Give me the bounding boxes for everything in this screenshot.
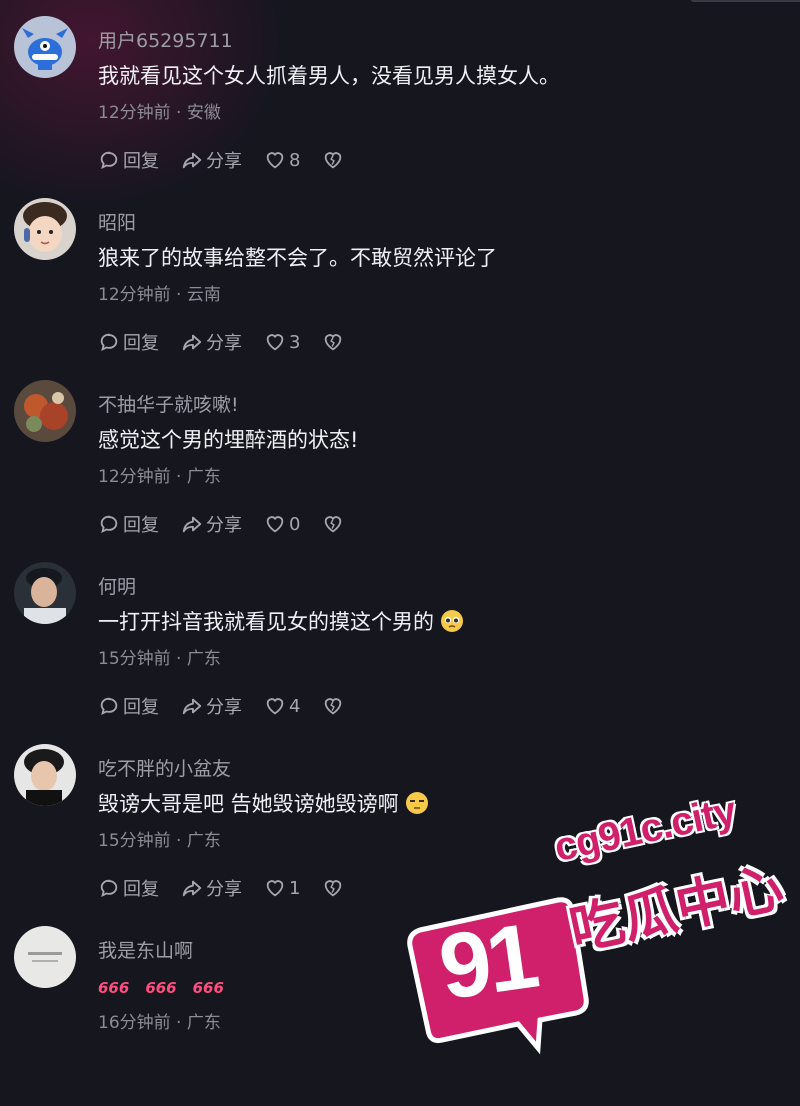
speech-bubble-icon [100,151,118,170]
reply-button[interactable]: 回复 [98,147,159,173]
comment-actions: 回复 分享 3 [98,328,369,356]
scroll-edge [690,0,800,2]
like-count: 3 [289,331,301,353]
share-button[interactable]: 分享 [181,329,242,355]
tag-666: 666 [98,979,130,997]
like-count: 0 [289,513,301,535]
comment-item: 不抽华子就咳嗽! 感觉这个男的埋醉酒的状态! 12分钟前 · 广东 回复 分享 … [0,378,800,560]
watermark-number: 91 [433,904,541,1020]
speech-bubble-icon [100,333,118,352]
comment-meta: 15分钟前 · 广东 [98,831,221,851]
heart-icon [266,334,284,351]
like-button[interactable]: 0 [264,513,300,535]
comment-username[interactable]: 吃不胖的小盆友 [98,754,231,781]
like-button[interactable]: 8 [264,149,300,171]
comment-item: 何明 一打开抖音我就看见女的摸这个男的 15分钟前 · 广东 回复 分享 4 [0,560,800,742]
reply-button[interactable]: 回复 [98,511,159,537]
comment-item: 用户65295711 我就看见这个女人抓着男人，没看见男人摸女人。 12分钟前 … [0,14,800,196]
like-count: 8 [289,149,301,171]
unamused-face-emoji [405,792,428,814]
like-button[interactable]: 1 [264,877,300,899]
comment-text: 一打开抖音我就看见女的摸这个男的 [98,606,464,636]
comment-meta: 12分钟前 · 安徽 [98,103,221,123]
share-arrow-icon [182,880,202,897]
like-button[interactable]: 4 [264,695,300,717]
avatar[interactable] [14,380,76,442]
comment-emoji-tags: 666 666 666 [98,974,240,998]
comment-text: 我就看见这个女人抓着男人，没看见男人摸女人。 [98,64,560,88]
comment-username[interactable]: 用户65295711 [98,26,233,53]
dislike-button[interactable] [322,695,347,717]
heart-icon [266,516,284,533]
comment-actions: 回复 分享 8 [98,146,369,174]
share-button[interactable]: 分享 [181,147,242,173]
tag-666: 666 [192,979,224,997]
comment-actions: 回复 分享 4 [98,692,369,720]
dislike-button[interactable] [322,877,347,899]
comment-username[interactable]: 昭阳 [98,208,136,235]
share-button[interactable]: 分享 [181,875,242,901]
comment-actions: 回复 分享 0 [98,510,369,538]
reply-button[interactable]: 回复 [98,329,159,355]
comment-username[interactable]: 不抽华子就咳嗽! [98,390,239,417]
broken-heart-icon [325,880,342,897]
comment-text: 感觉这个男的埋醉酒的状态! [98,428,359,452]
comment-username[interactable]: 我是东山啊 [98,936,193,963]
share-button[interactable]: 分享 [181,511,242,537]
comment-text: 狼来了的故事给整不会了。不敢贸然评论了 [98,246,497,270]
comment-text: 毁谤大哥是吧 告她毁谤她毁谤啊 [98,788,429,818]
comment-actions: 回复 分享 1 [98,874,369,902]
avatar[interactable] [14,562,76,624]
speech-bubble-icon [100,515,118,534]
avatar[interactable] [14,744,76,806]
like-count: 4 [289,695,301,717]
comment-meta: 16分钟前 · 广东 [98,1013,221,1033]
broken-heart-icon [325,334,342,351]
reply-button[interactable]: 回复 [98,693,159,719]
speech-bubble-icon [100,879,118,898]
broken-heart-icon [325,516,342,533]
avatar[interactable] [14,926,76,988]
heart-icon [266,698,284,715]
reply-button[interactable]: 回复 [98,875,159,901]
pleading-face-emoji [441,610,463,632]
share-arrow-icon [182,698,202,715]
share-arrow-icon [182,334,202,351]
heart-icon [266,880,284,897]
avatar[interactable] [14,16,76,78]
share-arrow-icon [182,516,202,533]
like-button[interactable]: 3 [264,331,300,353]
tag-666: 666 [145,979,177,997]
like-count: 1 [289,877,301,899]
broken-heart-icon [325,152,342,169]
dislike-button[interactable] [322,149,347,171]
share-button[interactable]: 分享 [181,693,242,719]
dislike-button[interactable] [322,513,347,535]
dislike-button[interactable] [322,331,347,353]
avatar[interactable] [14,198,76,260]
comment-meta: 15分钟前 · 广东 [98,649,221,669]
comment-meta: 12分钟前 · 广东 [98,467,221,487]
speech-bubble-icon [100,697,118,716]
comment-item: 我是东山啊 666 666 666 16分钟前 · 广东 [0,924,800,1106]
comment-item: 昭阳 狼来了的故事给整不会了。不敢贸然评论了 12分钟前 · 云南 回复 分享 … [0,196,800,378]
comment-meta: 12分钟前 · 云南 [98,285,221,305]
share-arrow-icon [182,152,202,169]
broken-heart-icon [325,698,342,715]
heart-icon [266,152,284,169]
comment-username[interactable]: 何明 [98,572,136,599]
